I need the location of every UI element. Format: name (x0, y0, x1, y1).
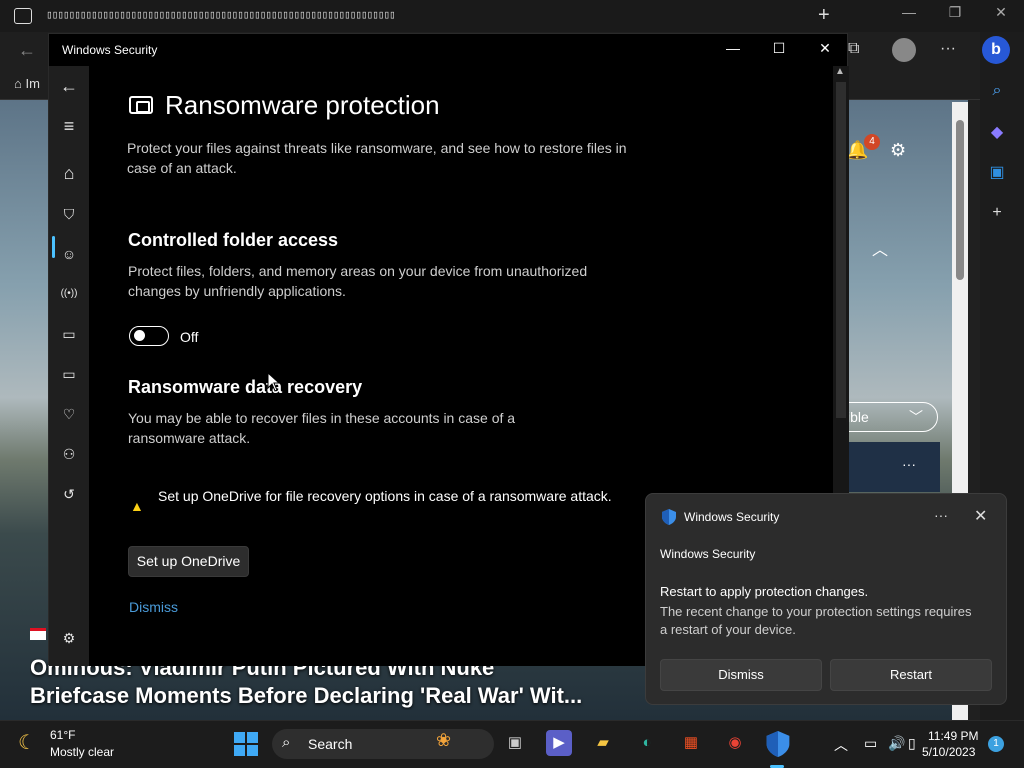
cfa-description: Protect files, folders, and memory areas… (128, 263, 588, 299)
sidebar-search-icon[interactable]: ⌕ (986, 82, 1008, 104)
toast-dismiss-button[interactable]: Dismiss (660, 659, 822, 691)
nav-account-icon[interactable]: ☺ (59, 244, 79, 264)
collections-icon[interactable]: ⧉ (848, 40, 859, 58)
chrome-icon[interactable]: ◉ (722, 730, 748, 756)
browser-minimize-button[interactable]: — (894, 4, 924, 20)
warning-icon: ▲ (130, 498, 144, 514)
nav-firewall-icon[interactable]: ((•)) (59, 284, 79, 304)
nav-virus-protection-icon[interactable]: ⛉ (59, 204, 79, 224)
mouse-cursor-icon (267, 372, 281, 392)
page-settings-icon[interactable]: ⚙ (890, 140, 906, 161)
browser-back-button[interactable]: ← (18, 40, 36, 61)
sidebar-outlook-icon[interactable]: ▣ (986, 162, 1008, 184)
sidebar-copilot-icon[interactable]: ◆ (986, 122, 1008, 144)
browser-tab-strip[interactable]: ▯▯▯▯▯▯▯▯▯▯▯▯▯▯▯▯▯▯▯▯▯▯▯▯▯▯▯▯▯▯▯▯▯▯▯▯▯▯▯▯… (46, 8, 396, 24)
battery-icon[interactable]: ▯ (908, 735, 916, 752)
task-view-icon[interactable]: ▣ (502, 730, 528, 756)
content-scrollbar-thumb[interactable] (836, 82, 846, 418)
taskbar-search-label: Search (308, 736, 353, 752)
network-icon[interactable]: ▭ (864, 735, 877, 752)
search-icon: ⌕ (282, 734, 291, 751)
window-minimize-button[interactable]: — (718, 40, 748, 56)
store-icon[interactable]: ▦ (678, 730, 704, 756)
nav-settings-icon[interactable]: ⚙ (59, 628, 79, 648)
nav-history-icon[interactable]: ↺ (59, 484, 79, 504)
clock-time[interactable]: 11:49 PM (928, 729, 978, 743)
window-title: Windows Security (62, 43, 158, 57)
setup-onedrive-button[interactable]: Set up OneDrive (128, 546, 249, 577)
security-toast-notification[interactable]: Windows Security ··· ✕ Windows Security … (645, 493, 1007, 705)
filter-pill-label: ible (847, 409, 869, 425)
teams-chat-icon[interactable]: ▶ (546, 730, 572, 756)
toggle-knob (134, 330, 145, 341)
page-title: Ransomware protection (165, 90, 440, 120)
nav-back-icon[interactable]: ← (59, 76, 79, 96)
search-highlight-icon: ❀ (436, 730, 452, 750)
favorites-folder-icon: ⌂ (14, 76, 26, 91)
weather-moon-icon[interactable]: ☾ (18, 730, 36, 755)
file-explorer-icon[interactable]: ▰ (590, 730, 616, 756)
profile-avatar[interactable] (892, 38, 916, 62)
favorites-item-label: Im (25, 76, 40, 91)
toast-close-icon[interactable]: ✕ (974, 506, 987, 526)
window-maximize-button[interactable]: ☐ (764, 40, 794, 57)
chevron-down-icon: ﹀ (909, 409, 923, 425)
bing-chat-icon[interactable]: b (982, 36, 1010, 64)
cfa-toggle-state: Off (180, 329, 199, 345)
toast-source: Windows Security (660, 547, 756, 561)
nav-active-indicator (52, 236, 55, 258)
cfa-section-title: Controlled folder access (128, 230, 339, 250)
new-tab-button[interactable]: + (818, 4, 830, 27)
card-more-icon[interactable]: ··· (902, 456, 916, 472)
scroll-up-icon[interactable]: ▲ (835, 66, 845, 77)
nav-app-browser-icon[interactable]: ▭ (59, 324, 79, 344)
tab-actions-icon[interactable] (14, 8, 32, 24)
page-description: Protect your files against threats like … (127, 140, 627, 176)
nav-device-security-icon[interactable]: ▭ (59, 364, 79, 384)
sidebar-add-icon[interactable]: + (986, 204, 1008, 226)
recovery-section-title: Ransomware data recovery (128, 377, 363, 397)
ransomware-header-icon (129, 96, 153, 114)
toast-body: The recent change to your protection set… (660, 604, 972, 637)
taskbar-search-box[interactable] (272, 729, 494, 759)
chevron-up-icon[interactable]: ︿ (872, 236, 888, 260)
toast-more-icon[interactable]: ··· (934, 507, 948, 523)
news-card[interactable]: ··· (848, 442, 940, 492)
settings-more-icon[interactable]: ··· (940, 40, 956, 58)
window-close-button[interactable]: ✕ (810, 40, 840, 57)
weather-temperature[interactable]: 61°F (50, 728, 75, 742)
cfa-toggle[interactable] (129, 326, 169, 346)
browser-close-button[interactable]: ✕ (986, 4, 1016, 21)
edge-icon[interactable]: ◐ (634, 730, 660, 756)
news-source-logo (30, 628, 46, 640)
windows-security-taskbar-icon[interactable] (766, 731, 790, 757)
nav-performance-icon[interactable]: ♡ (59, 404, 79, 424)
favorites-item[interactable]: ⌂ Im (14, 76, 40, 91)
shield-icon (662, 509, 676, 525)
notification-badge: 4 (864, 134, 880, 150)
weather-description[interactable]: Mostly clear (50, 745, 114, 759)
recovery-description: You may be able to recover files in thes… (128, 410, 516, 446)
dismiss-link[interactable]: Dismiss (129, 599, 178, 615)
start-windows-icon[interactable] (234, 732, 258, 756)
onedrive-warning-text: Set up OneDrive for file recovery option… (158, 488, 612, 504)
tray-overflow-chevron-icon[interactable]: ︿ (834, 735, 848, 755)
news-headline-line2: Briefcase Moments Before Declaring 'Real… (30, 683, 583, 708)
toast-heading: Restart to apply protection changes. (660, 584, 869, 599)
clock-date[interactable]: 5/10/2023 (922, 745, 975, 759)
browser-restore-button[interactable]: ❐ (940, 4, 970, 21)
toast-restart-button[interactable]: Restart (830, 659, 992, 691)
tab-strip-glyphs: ▯▯▯▯▯▯▯▯▯▯▯▯▯▯▯▯▯▯▯▯▯▯▯▯▯▯▯▯▯▯▯▯▯▯▯▯▯▯▯▯… (46, 8, 396, 21)
nav-menu-icon[interactable]: ≡ (59, 116, 79, 136)
page-scrollbar-thumb[interactable] (956, 120, 964, 280)
toast-app-name: Windows Security (684, 510, 780, 524)
nav-family-icon[interactable]: ⚇ (59, 444, 79, 464)
window-titlebar[interactable]: Windows Security — ☐ ✕ (49, 34, 849, 66)
notification-center-badge[interactable]: 1 (988, 736, 1004, 752)
nav-home-icon[interactable]: ⌂ (59, 163, 79, 183)
volume-icon[interactable]: 🔊 (888, 735, 905, 752)
